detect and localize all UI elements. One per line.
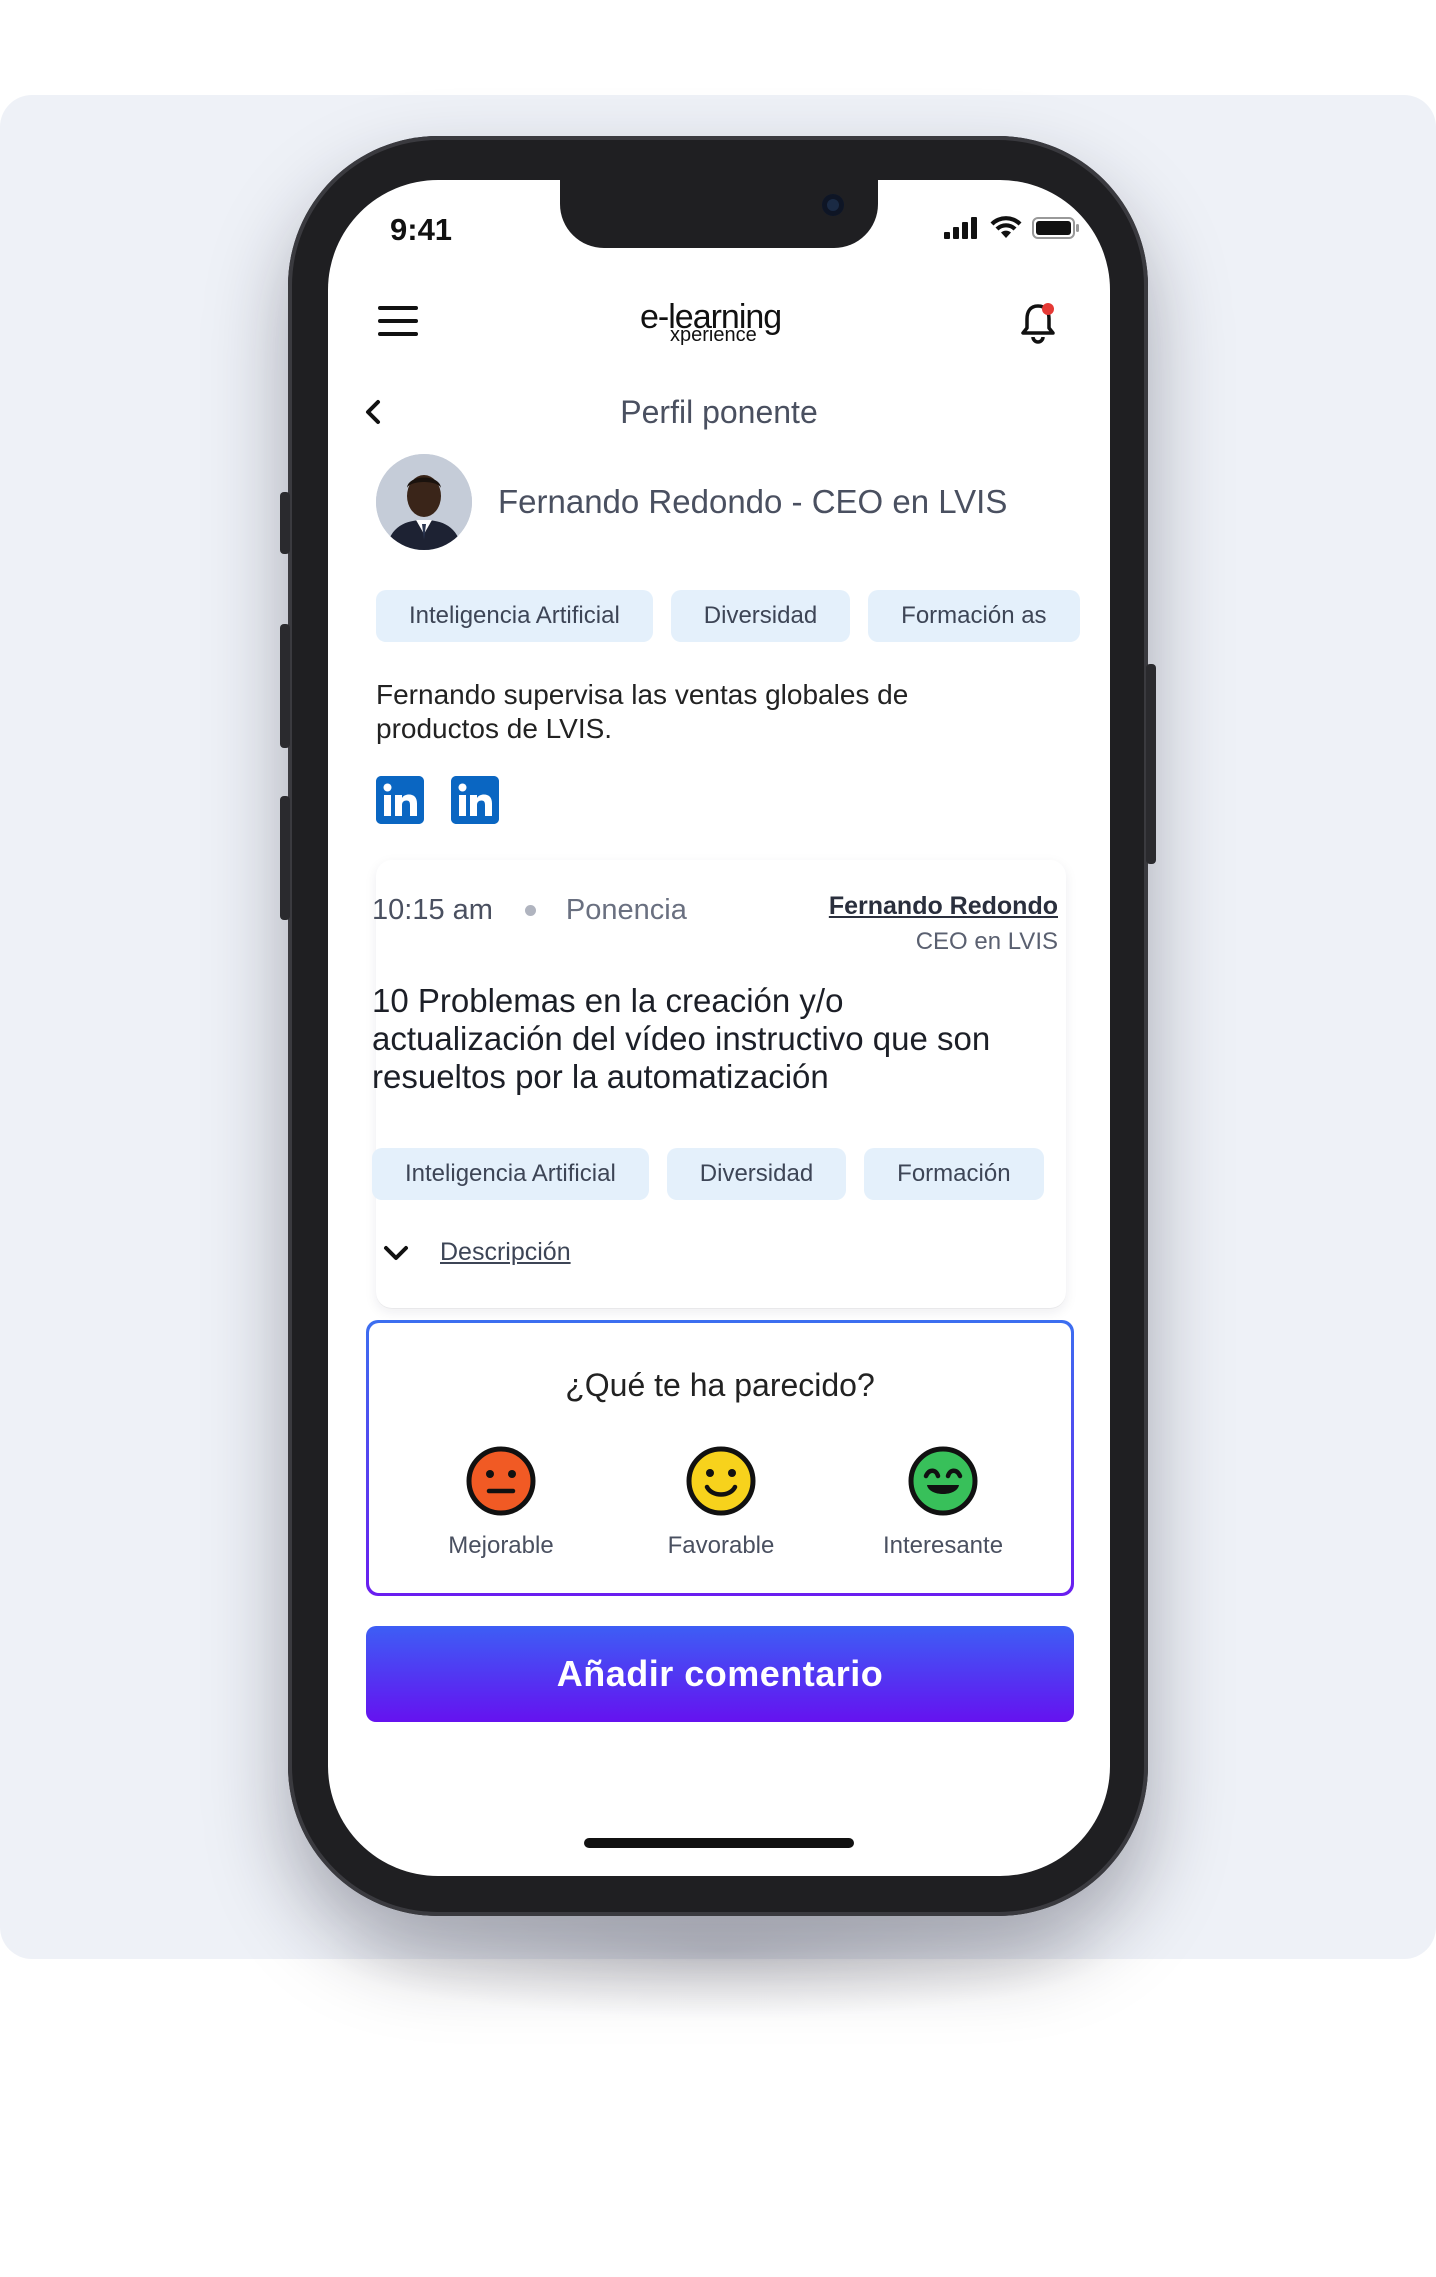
session-meta: 10:15 am Ponencia [372,894,687,927]
session-speaker-role: CEO en LVIS [915,928,1058,955]
speaker-name: Fernando Redondo - CEO en LVIS [498,483,1008,520]
page-header: Perfil ponente [328,388,1110,438]
feedback-inner: ¿Qué te ha parecido? Mejorable Favorable… [369,1323,1071,1593]
feedback-box: ¿Qué te ha parecido? Mejorable Favorable… [366,1320,1074,1596]
tag-chip[interactable]: Formación [864,1148,1044,1200]
status-time: 9:41 [390,212,453,247]
tag-chip[interactable]: Diversidad [670,590,851,642]
smile-face-icon [686,1446,756,1516]
linkedin-icon[interactable] [376,776,424,824]
speaker-tags: Inteligencia Artificial Diversidad Forma… [376,590,1110,642]
rating-option-interesante[interactable]: Interesante [863,1445,1023,1560]
tag-chip[interactable]: Formación as [868,590,1080,642]
home-indicator[interactable] [584,1838,854,1848]
status-icons [944,216,1080,240]
speaker-avatar [376,454,472,550]
chevron-down-icon [384,1245,408,1260]
add-comment-button[interactable]: Añadir comentario [366,1626,1074,1722]
notch [560,180,878,248]
session-card[interactable]: 10:15 am Ponencia Fernando Redondo CEO e… [372,860,1066,1308]
session-speaker-link[interactable]: Fernando Redondo [829,892,1058,921]
tag-chip[interactable]: Diversidad [666,1148,847,1200]
linkedin-icon[interactable] [451,776,499,824]
session-time: 10:15 am [372,894,493,926]
session-tags: Inteligencia Artificial Diversidad Forma… [372,1148,1062,1200]
session-title: 10 Problemas en la creación y/o actualiz… [372,982,991,1095]
logo-sub-text: xperience [670,324,757,346]
tag-chip[interactable]: Inteligencia Artificial [376,590,653,642]
battery-icon [1032,217,1079,239]
power-button [1146,664,1156,864]
app-header: e-learning xperience [328,280,1110,360]
phone-screen: 9:41 e-learning xperience Perfil ponente… [328,180,1110,1876]
speaker-header: Fernando Redondo - CEO en LVIS [376,452,1007,552]
rating-option-favorable[interactable]: Favorable [641,1445,801,1560]
camera-icon [822,194,844,216]
rating-label: Interesante [882,1532,1004,1559]
neutral-face-icon [466,1446,536,1516]
session-card-content: 10:15 am Ponencia Fernando Redondo CEO e… [372,860,1062,1308]
session-type: Ponencia [565,894,687,926]
description-label: Descripción [440,1238,571,1266]
signal-icon [944,217,977,239]
app-logo: e-learning xperience [640,298,800,348]
menu-icon[interactable] [378,306,418,336]
volume-up-button [280,624,290,748]
wifi-icon [990,216,1022,238]
volume-down-button [280,796,290,920]
page-title: Perfil ponente [620,394,818,430]
speaker-bio: Fernando supervisa las ventas globales d… [376,679,909,744]
rating-label: Mejorable [448,1532,554,1559]
tag-chip[interactable]: Inteligencia Artificial [372,1148,649,1200]
description-toggle[interactable]: Descripción [382,1238,571,1267]
mute-switch [280,492,290,554]
feedback-question: ¿Qué te ha parecido? [565,1367,875,1403]
notification-bell-icon[interactable] [1018,300,1058,344]
social-links [376,776,499,824]
rating-option-mejorable[interactable]: Mejorable [421,1445,581,1560]
happy-face-icon [908,1446,978,1516]
separator-dot [524,905,536,916]
rating-label: Favorable [667,1532,775,1559]
avatar-image [376,454,472,550]
